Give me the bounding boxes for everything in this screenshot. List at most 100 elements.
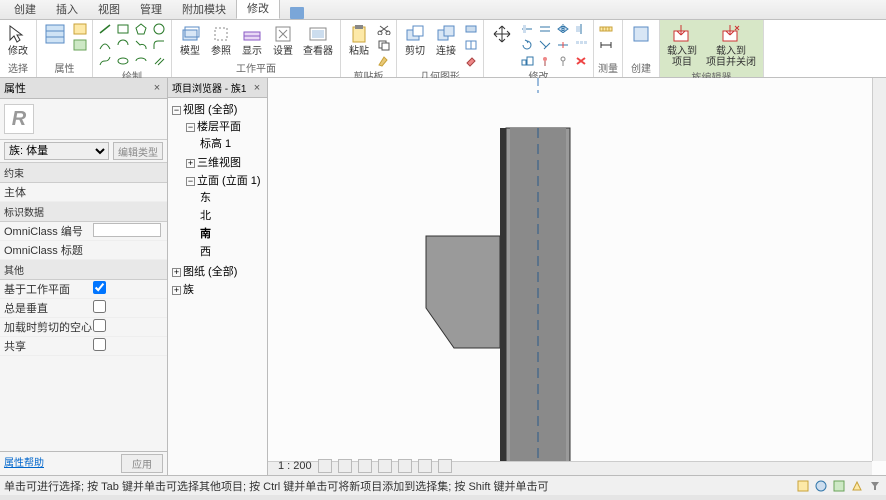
voidcut-checkbox[interactable] (93, 319, 106, 332)
collapse-icon[interactable]: − (186, 123, 195, 132)
copy-button[interactable] (376, 38, 392, 52)
close-icon[interactable]: × (151, 82, 163, 94)
status-icon-2[interactable] (814, 479, 828, 493)
qat-dropdown-icon[interactable] (290, 7, 304, 19)
ellipse-tool[interactable] (115, 54, 131, 68)
arc-center-tool[interactable] (115, 38, 131, 52)
paste-button[interactable]: 粘贴 (345, 22, 373, 58)
polygon-circum-tool[interactable] (151, 22, 167, 36)
tab-insert[interactable]: 插入 (46, 0, 88, 19)
arc-tangent-tool[interactable] (133, 38, 149, 52)
partial-ellipse-tool[interactable] (133, 54, 149, 68)
tree-south[interactable]: 南 (200, 224, 265, 242)
pin-button[interactable] (537, 54, 553, 68)
line-tool[interactable] (97, 22, 113, 36)
tab-create[interactable]: 创建 (4, 0, 46, 19)
ref-button[interactable]: 参照 (207, 22, 235, 58)
crop-view-icon[interactable] (398, 459, 412, 473)
split-face-button[interactable] (463, 38, 479, 52)
set-button[interactable]: 设置 (269, 22, 297, 58)
tree-north[interactable]: 北 (200, 206, 265, 224)
apply-button[interactable]: 应用 (121, 454, 163, 473)
paint-button[interactable] (463, 54, 479, 68)
shadows-icon[interactable] (378, 459, 392, 473)
align-button[interactable] (519, 22, 535, 36)
tab-manage[interactable]: 管理 (130, 0, 172, 19)
show-button[interactable]: 显示 (238, 22, 266, 58)
family-type-select[interactable]: 族: 体量 (4, 142, 109, 160)
load-close-button[interactable]: 载入到 项目并关闭 (703, 22, 759, 69)
dimension-button[interactable] (598, 38, 614, 52)
status-icon-1[interactable] (796, 479, 810, 493)
rect-tool[interactable] (115, 22, 131, 36)
expand-icon[interactable]: + (186, 159, 195, 168)
filter-icon[interactable] (868, 479, 882, 493)
view-scale[interactable]: 1 : 200 (278, 460, 312, 472)
crop-region-icon[interactable] (418, 459, 432, 473)
tree-east[interactable]: 东 (200, 188, 265, 206)
type-properties-button[interactable] (72, 22, 88, 36)
tree-elevations[interactable]: −立面 (立面 1) 东 北 南 西 (186, 171, 265, 261)
sun-path-icon[interactable] (358, 459, 372, 473)
hide-isolate-icon[interactable] (438, 459, 452, 473)
mirror-draw-button[interactable] (573, 22, 589, 36)
polygon-inscribed-tool[interactable] (133, 22, 149, 36)
vertical-scrollbar[interactable] (872, 78, 886, 461)
rotate-button[interactable] (519, 38, 535, 52)
workplane-checkbox[interactable] (93, 281, 106, 294)
omniclass-number-input[interactable] (93, 223, 161, 237)
array-button[interactable] (573, 38, 589, 52)
visual-style-icon[interactable] (338, 459, 352, 473)
edit-type-button[interactable]: 编辑类型 (113, 142, 163, 160)
shared-checkbox[interactable] (93, 338, 106, 351)
vertical-checkbox[interactable] (93, 300, 106, 313)
arc-start-end-tool[interactable] (97, 38, 113, 52)
tree-3dviews[interactable]: +三维视图 (186, 153, 265, 171)
status-icon-4[interactable] (850, 479, 864, 493)
offset-button[interactable] (537, 22, 553, 36)
tree-west[interactable]: 西 (200, 242, 265, 260)
pick-lines-tool[interactable] (151, 54, 167, 68)
unpin-button[interactable] (555, 54, 571, 68)
fillet-arc-tool[interactable] (151, 38, 167, 52)
status-icon-3[interactable] (832, 479, 846, 493)
viewer-button[interactable]: 查看器 (300, 22, 336, 58)
tree-views[interactable]: −视图 (全部) −楼层平面 标高 1 +三维视图 −立面 (立面 1) 东 北… (172, 100, 265, 262)
collapse-icon[interactable]: − (172, 106, 181, 115)
tree-sheets[interactable]: +图纸 (全部) (172, 262, 265, 280)
geom-cut-button[interactable]: 剪切 (401, 22, 429, 58)
tree-families[interactable]: +族 (172, 280, 265, 298)
split-button[interactable] (555, 38, 571, 52)
mirror-axis-button[interactable] (555, 22, 571, 36)
scale-button[interactable] (519, 54, 535, 68)
geom-join-button[interactable]: 连接 (432, 22, 460, 58)
tab-addins[interactable]: 附加模块 (172, 0, 236, 19)
collapse-icon[interactable]: − (186, 177, 195, 186)
family-types-button[interactable] (72, 38, 88, 52)
drawing-canvas[interactable]: 1 : 200 (268, 78, 886, 475)
tree-floorplans[interactable]: −楼层平面 标高 1 (186, 117, 265, 153)
model-button[interactable]: 模型 (176, 22, 204, 58)
close-icon[interactable]: × (251, 82, 263, 94)
trim-extend-button[interactable] (537, 38, 553, 52)
measure-button[interactable] (598, 22, 614, 36)
tab-view[interactable]: 视图 (88, 0, 130, 19)
move-button[interactable] (488, 22, 516, 46)
expand-icon[interactable]: + (172, 286, 181, 295)
matchtype-button[interactable] (376, 54, 392, 68)
cope-button[interactable] (463, 22, 479, 36)
row-host: 主体 (0, 183, 167, 202)
properties-button[interactable] (41, 22, 69, 46)
detail-level-icon[interactable] (318, 459, 332, 473)
load-into-project-button[interactable]: 载入到 项目 (664, 22, 700, 69)
tree-level1[interactable]: 标高 1 (200, 134, 265, 152)
delete-button[interactable] (573, 54, 589, 68)
cut-button[interactable] (376, 22, 392, 36)
tab-modify[interactable]: 修改 (236, 0, 280, 19)
expand-icon[interactable]: + (172, 268, 181, 277)
create-button[interactable] (627, 22, 655, 46)
modify-button[interactable]: 修改 (4, 22, 32, 58)
section-other: 其他 (0, 260, 167, 280)
properties-help-link[interactable]: 属性帮助 (4, 454, 44, 473)
spline-tool[interactable] (97, 54, 113, 68)
